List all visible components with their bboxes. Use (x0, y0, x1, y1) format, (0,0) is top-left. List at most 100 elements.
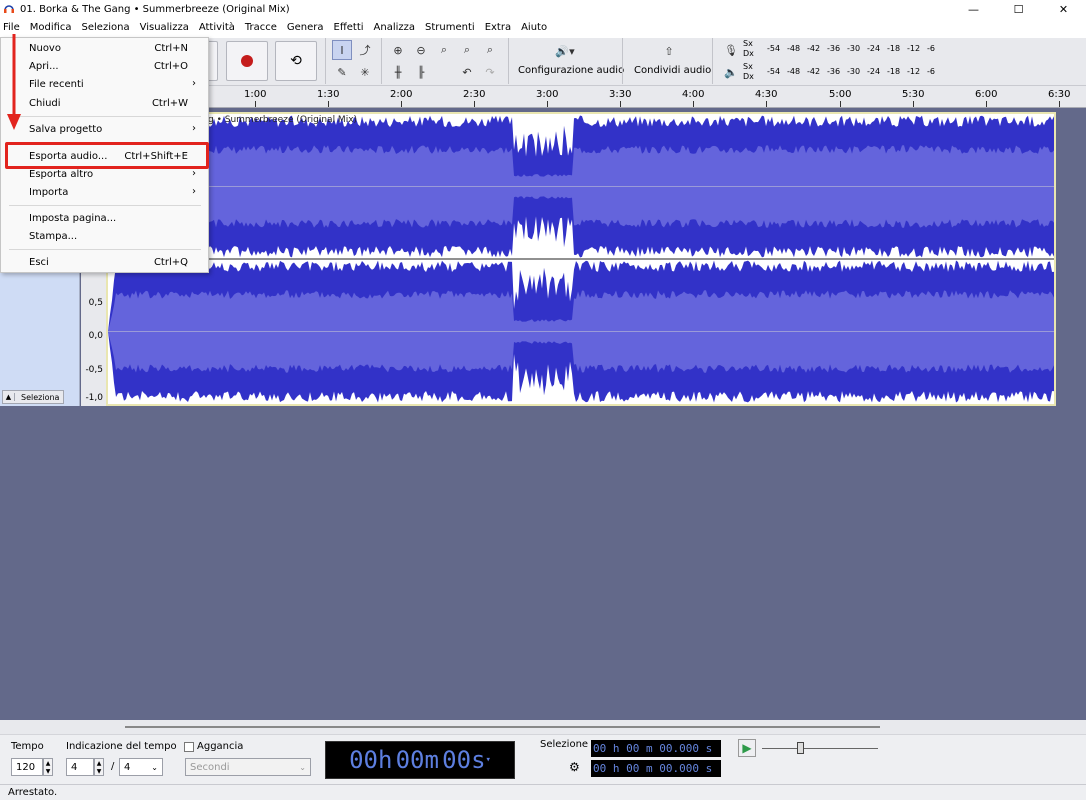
share-audio-label[interactable]: Condividi audio (634, 65, 711, 76)
menu-visualizza[interactable]: Visualizza (135, 18, 194, 38)
snap-label[interactable]: Aggancia (197, 741, 243, 752)
numerator-stepper[interactable]: ▲ ▼ (94, 758, 104, 776)
time-display[interactable]: 00 h 00 m 00 s ▾ (325, 741, 515, 779)
highlight-annotation (5, 142, 209, 169)
zoom-in-icon[interactable]: ⊕ (388, 40, 408, 60)
waveform[interactable] (108, 114, 1054, 404)
menu-tracce[interactable]: Tracce (240, 18, 282, 38)
chevron-down-icon[interactable]: ▾ (486, 755, 491, 765)
menu-seleziona[interactable]: Seleziona (77, 18, 135, 38)
time-sig-denominator[interactable]: 4 ⌄ (119, 758, 163, 776)
meter-tick-label: -24 (867, 44, 881, 53)
ruler-tick-label: 5:30 (902, 89, 925, 100)
menu-separator (9, 249, 201, 250)
menu-analizza[interactable]: Analizza (369, 18, 421, 38)
maximize-button[interactable]: ☐ (996, 0, 1041, 18)
audio-clip[interactable] (106, 112, 1056, 406)
ruler-tick-label: 3:00 (536, 89, 559, 100)
title-bar: 01. Borka & The Gang • Summerbreeze (Ori… (0, 0, 1086, 18)
status-text: Arrestato. (8, 787, 58, 798)
menu-aiuto[interactable]: Aiuto (516, 18, 552, 38)
menu-item-importa[interactable]: Importa › (1, 184, 208, 202)
chevron-down-icon: ⌄ (151, 762, 158, 772)
zoom-selection-icon[interactable]: ⌕ (434, 40, 454, 60)
ruler-tick-label: 1:00 (244, 89, 267, 100)
menu-bar: File Modifica Seleziona Visualizza Attiv… (0, 18, 1086, 38)
menu-attivita[interactable]: Attività (194, 18, 240, 38)
menu-item-apri[interactable]: Apri... Ctrl+O (1, 58, 208, 76)
share-icon[interactable]: ⇧ (659, 41, 679, 61)
meter-tick-label: -48 (787, 67, 801, 76)
snap-unit-select[interactable]: Secondi ⌄ (185, 758, 311, 776)
tempo-input[interactable]: 120 (11, 758, 43, 776)
chevron-down-icon: ⌄ (299, 762, 306, 772)
slider-handle[interactable] (797, 742, 804, 754)
y-label: 0,5 (88, 298, 103, 308)
menu-item-file-recenti[interactable]: File recenti › (1, 76, 208, 94)
menu-item-chiudi[interactable]: Chiudi Ctrl+W (1, 95, 208, 113)
snap-checkbox[interactable] (184, 742, 194, 752)
trim-icon[interactable]: ╫ (388, 62, 408, 82)
speaker-dropdown-icon[interactable]: 🔊▾ (550, 41, 580, 61)
zoom-fit-icon[interactable]: ⌕ (457, 40, 477, 60)
menu-item-nuovo[interactable]: Nuovo Ctrl+N (1, 40, 208, 58)
undo-icon[interactable]: ↶ (457, 62, 477, 82)
play-meter-left-label: Sx (743, 62, 753, 71)
tempo-label: Tempo (11, 741, 44, 752)
meter-tick-label: -54 (767, 67, 781, 76)
envelope-tool-icon[interactable]: ⤴ (355, 40, 375, 60)
ruler-tick-label: 6:30 (1048, 89, 1071, 100)
meter-tick-label: -36 (827, 67, 841, 76)
track-select-button[interactable]: ▲ Seleziona (2, 390, 64, 404)
chevron-right-icon: › (192, 78, 196, 89)
record-button[interactable] (226, 41, 268, 81)
silence-icon[interactable]: ╟ (411, 62, 431, 82)
selection-start-display[interactable]: 00 h 00 m 00.000 s (591, 740, 721, 757)
denominator-value: 4 (124, 761, 131, 773)
ruler-tick (913, 101, 914, 107)
ruler-tick (620, 101, 621, 107)
selection-tool-icon[interactable]: I (332, 40, 352, 60)
rec-meter-right-label: Dx (743, 49, 754, 58)
collapse-icon[interactable]: ▲ (3, 393, 15, 401)
gear-icon[interactable]: ⚙ (569, 760, 580, 774)
redo-icon[interactable]: ↷ (480, 62, 500, 82)
ruler-tick-label: 4:30 (755, 89, 778, 100)
menu-strumenti[interactable]: Strumenti (420, 18, 480, 38)
menu-extra[interactable]: Extra (480, 18, 516, 38)
menu-effetti[interactable]: Effetti (329, 18, 369, 38)
loop-button[interactable]: ⟲ (275, 41, 317, 81)
multi-tool-icon[interactable]: ✳ (355, 62, 375, 82)
snap-unit-value: Secondi (190, 761, 230, 773)
draw-tool-icon[interactable]: ✎ (332, 62, 352, 82)
ruler-tick (328, 101, 329, 107)
status-bar: Arrestato. (0, 784, 1086, 800)
audio-setup-label[interactable]: Configurazione audio (518, 65, 624, 76)
close-button[interactable]: ✕ (1041, 0, 1086, 18)
clip-name[interactable]: g • Summerbreeze (Original Mix) (208, 115, 357, 125)
menu-item-stampa[interactable]: Stampa... (1, 228, 208, 246)
menu-item-salva-progetto[interactable]: Salva progetto › (1, 121, 208, 139)
meter-tick-label: -24 (867, 67, 881, 76)
play-at-speed-button[interactable]: ▶ (738, 739, 756, 757)
selection-end-display[interactable]: 00 h 00 m 00.000 s (591, 760, 721, 777)
horizontal-scrollbar[interactable] (0, 720, 1086, 734)
selection-end-value: 00 h 00 m 00.000 s (593, 762, 713, 775)
scrollbar-thumb[interactable] (125, 726, 880, 728)
tempo-stepper[interactable]: ▲ ▼ (43, 758, 53, 776)
meter-tick-label: -18 (887, 44, 901, 53)
minimize-button[interactable]: — (951, 0, 996, 18)
microphone-icon: 🎙 (724, 43, 738, 57)
record-icon (241, 55, 253, 67)
play-speed-slider[interactable] (762, 748, 878, 749)
menu-modifica[interactable]: Modifica (25, 18, 77, 38)
menu-item-imposta-pagina[interactable]: Imposta pagina... (1, 210, 208, 228)
menu-item-esci[interactable]: Esci Ctrl+Q (1, 254, 208, 272)
time-signature-label: Indicazione del tempo (66, 741, 177, 752)
zoom-toggle-icon[interactable]: ⌕ (480, 40, 500, 60)
ruler-tick (766, 101, 767, 107)
menu-genera[interactable]: Genera (282, 18, 329, 38)
window-title: 01. Borka & The Gang • Summerbreeze (Ori… (20, 3, 290, 15)
zoom-out-icon[interactable]: ⊖ (411, 40, 431, 60)
time-sig-numerator[interactable]: 4 (66, 758, 94, 776)
